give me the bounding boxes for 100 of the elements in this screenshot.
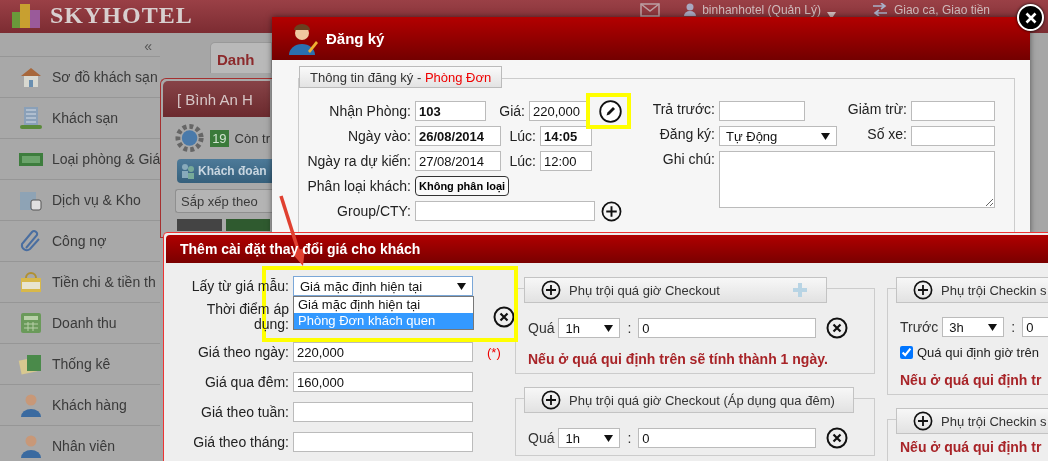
- surcharge-title: Phụ trội quá giờ Checkout: [569, 282, 720, 298]
- register-type-select[interactable]: Tự Động: [719, 126, 837, 146]
- surcharge-note: Nếu ở quá qui định tr: [900, 439, 1043, 455]
- guest-type-button[interactable]: Không phân loại: [415, 176, 510, 196]
- checkbox-row[interactable]: Quá qui định giờ trên: [900, 345, 1048, 360]
- required-mark: (*): [487, 344, 501, 360]
- user-edit-icon: [288, 22, 318, 55]
- amount-field[interactable]: 0: [1022, 317, 1048, 337]
- hours-select[interactable]: 1h: [558, 318, 621, 338]
- surcharge-header[interactable]: Phụ trội quá giờ Checkout: [524, 277, 827, 303]
- swap-icon[interactable]: [871, 3, 888, 16]
- add-icon: [541, 390, 561, 410]
- user-menu[interactable]: binhanhotel (Quản Lý): [702, 3, 821, 17]
- add-icon: [913, 411, 933, 431]
- list-tab[interactable]: Danh: [210, 42, 272, 73]
- caret-icon: [604, 434, 614, 442]
- text-field[interactable]: 220,000: [293, 342, 473, 362]
- text-field[interactable]: 220,000: [529, 101, 587, 121]
- surcharge-header[interactable]: Phụ trội Checkin s: [896, 408, 1048, 434]
- sidebar-item[interactable]: Sơ đồ khách sạn: [0, 56, 160, 97]
- dialog-title: Thêm cài đặt thay đổi giá cho khách: [180, 241, 421, 257]
- text-field[interactable]: 103: [415, 101, 486, 121]
- sidebar-item[interactable]: Khách sạn: [0, 97, 160, 138]
- caret-icon: [821, 132, 830, 140]
- field-label: Giảm trừ:: [846, 101, 907, 119]
- text-field[interactable]: 14:05: [540, 126, 592, 146]
- separator: :: [627, 320, 632, 336]
- sidebar-item[interactable]: Tiền chi & tiền th: [0, 261, 160, 302]
- hours-select[interactable]: 3h: [942, 317, 1005, 337]
- field-label: Đăng ký:: [658, 126, 715, 144]
- text-field[interactable]: [293, 402, 473, 422]
- close-icon: [826, 427, 849, 449]
- add-icon: [601, 200, 622, 222]
- clear-button[interactable]: [826, 427, 849, 449]
- clear-button[interactable]: [826, 317, 849, 339]
- mail-icon[interactable]: [640, 3, 661, 17]
- field-label: Giá:: [498, 103, 525, 119]
- note-field[interactable]: [719, 151, 995, 208]
- field-label: Lúc:: [508, 153, 536, 169]
- room-count: 19: [210, 129, 229, 147]
- text-field[interactable]: [911, 126, 995, 146]
- text-field[interactable]: [911, 101, 995, 121]
- sidebar-item[interactable]: Nhân viên: [0, 425, 160, 461]
- edit-button[interactable]: [599, 99, 622, 123]
- sidebar-item[interactable]: Doanh thu: [0, 302, 160, 343]
- text-field[interactable]: 27/08/2014: [415, 151, 501, 171]
- surcharge-note: Nếu ở quá qui định tr: [900, 372, 1043, 388]
- field-label: Giá theo tuần:: [200, 404, 289, 420]
- room-tile[interactable]: [225, 219, 270, 231]
- sort-button[interactable]: Sắp xếp theo: [175, 189, 273, 213]
- clear-button[interactable]: [493, 306, 515, 328]
- surcharge-title: Phụ trội Checkin s: [941, 282, 1047, 298]
- text-field[interactable]: [293, 432, 473, 452]
- separator: :: [1011, 319, 1016, 335]
- separator: :: [627, 430, 632, 446]
- text-field[interactable]: [415, 201, 595, 221]
- sidebar-item[interactable]: Khách hàng: [0, 384, 160, 425]
- checkbox[interactable]: [900, 346, 913, 359]
- surcharge-header[interactable]: Phụ trội quá giờ Checkout (Áp dụng qua đêm): [524, 387, 854, 413]
- dialog-title: Đăng ký: [326, 30, 385, 47]
- amount-field[interactable]: 0: [638, 318, 817, 338]
- text-field[interactable]: 160,000: [293, 372, 473, 392]
- person-icon: [18, 433, 44, 459]
- field-label: Phân loại khách:: [306, 178, 411, 194]
- user-icon: [684, 3, 697, 16]
- sidebar-item[interactable]: Loại phòng & Giá: [0, 138, 160, 179]
- field-label: Lúc:: [508, 128, 536, 144]
- row-label: Quá: [528, 320, 555, 336]
- text-field[interactable]: 12:00: [540, 151, 592, 171]
- shift-link[interactable]: Giao ca, Giao tiền: [893, 3, 990, 17]
- text-field[interactable]: 26/08/2014: [415, 126, 501, 146]
- group-guest-button[interactable]: Khách đoàn: [177, 159, 275, 183]
- caret-icon: [988, 323, 998, 331]
- field-label: Giá theo ngày:: [196, 344, 289, 360]
- add-icon: [913, 280, 933, 300]
- highlight-frame: [586, 93, 631, 129]
- surcharge-title: Phụ trội quá giờ Checkout (Áp dụng qua đêm): [569, 392, 835, 408]
- row-label: Trước: [900, 319, 939, 335]
- hotel-panel-title: [ Bình An H: [163, 81, 270, 117]
- room-tile[interactable]: [177, 219, 222, 231]
- text-field[interactable]: [719, 101, 805, 121]
- field-label: Ngày ra dự kiến:: [306, 153, 411, 169]
- field-label: Trả trước:: [651, 101, 715, 119]
- field-label: Group/CTY:: [336, 203, 411, 219]
- close-icon: [1024, 11, 1037, 24]
- pencil-icon: [599, 99, 622, 123]
- surcharge-title: Phụ trội Checkin s: [941, 413, 1047, 429]
- row-label: Quá: [528, 430, 555, 446]
- calculator-icon: [18, 310, 44, 336]
- amount-field[interactable]: 0: [638, 428, 817, 448]
- sidebar-item[interactable]: Dịch vụ & Kho: [0, 179, 160, 220]
- add-button[interactable]: [601, 200, 622, 222]
- sidebar-item[interactable]: Công nợ: [0, 220, 160, 261]
- sidebar-item[interactable]: Thống kê: [0, 343, 160, 384]
- hours-select[interactable]: 1h: [558, 428, 621, 448]
- field-label: Nhận Phòng:: [328, 103, 411, 119]
- field-label: Ngày vào:: [346, 128, 411, 144]
- fieldset-legend: Thông tin đăng ký - Phòng Đơn: [299, 66, 503, 88]
- surcharge-header[interactable]: Phụ trội Checkin s: [896, 277, 1048, 303]
- field-label: Số xe:: [866, 126, 907, 144]
